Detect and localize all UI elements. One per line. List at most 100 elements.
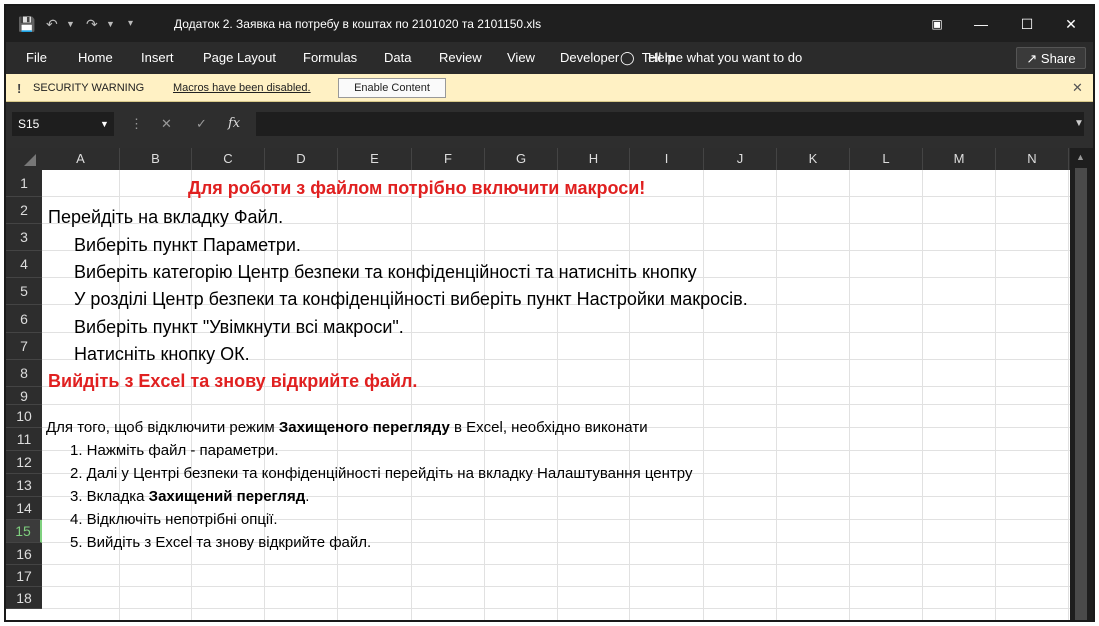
cell-row-4[interactable]: Виберіть категорію Центр безпеки та конф… [74, 262, 697, 283]
cell-row-2[interactable]: Перейдіть на вкладку Файл. [48, 207, 283, 228]
more-options-icon[interactable]: ⋮ [130, 116, 143, 132]
row-header-14[interactable]: 14 [6, 497, 42, 520]
column-header-m[interactable]: M [923, 148, 996, 170]
close-icon[interactable]: ✕ [1072, 80, 1083, 96]
minimize-icon[interactable]: — [958, 6, 1004, 42]
macros-disabled-message[interactable]: Macros have been disabled. [173, 82, 311, 94]
cell-row-7[interactable]: Натисніть кнопку ОК. [74, 344, 250, 365]
scrollbar-thumb[interactable] [1075, 168, 1087, 620]
row-header-8[interactable]: 8 [6, 360, 42, 387]
tab-file[interactable]: File [26, 42, 47, 74]
cell-row-13-text: 3. Вкладка [70, 488, 149, 505]
cell-row-14[interactable]: 4. Відключіть непотрібні опції. [70, 511, 278, 528]
tab-review[interactable]: Review [439, 42, 482, 74]
cancel-icon[interactable]: ✕ [161, 116, 172, 132]
undo-icon[interactable]: ↶ [46, 6, 58, 42]
row-header-15[interactable]: 15 [6, 520, 42, 543]
column-header-n[interactable]: N [996, 148, 1069, 170]
name-box-value: S15 [18, 117, 40, 131]
row-header-10[interactable]: 10 [6, 405, 42, 428]
row-header-3[interactable]: 3 [6, 224, 42, 251]
row-header-12[interactable]: 12 [6, 451, 42, 474]
column-header-c[interactable]: C [192, 148, 265, 170]
close-icon[interactable]: ✕ [1048, 6, 1093, 42]
row-header-2[interactable]: 2 [6, 197, 42, 224]
row-header-7[interactable]: 7 [6, 333, 42, 360]
column-header-k[interactable]: K [777, 148, 850, 170]
enter-icon[interactable]: ✓ [196, 116, 207, 132]
cell-row-10[interactable]: Для того, щоб відключити режим Захищеног… [46, 419, 648, 436]
select-all-button[interactable] [6, 148, 42, 170]
tab-page-layout[interactable]: Page Layout [203, 42, 276, 74]
cell-row-6[interactable]: Виберіть пункт "Увімкнути всі макроси". [74, 317, 404, 338]
column-header-a[interactable]: A [42, 148, 120, 170]
security-warning-label: SECURITY WARNING [33, 82, 145, 94]
cell-row-11[interactable]: 1. Нажміть файл - параметри. [70, 442, 279, 459]
cell-row-13-bold: Захищений перегляд [148, 488, 306, 505]
cell-row-5[interactable]: У розділі Центр безпеки та конфіденційно… [74, 289, 748, 310]
redo-dropdown-icon[interactable]: ▼ [106, 6, 115, 42]
expand-formula-bar-icon[interactable]: ▼ [1074, 118, 1084, 129]
cell-row-13[interactable]: 3. Вкладка Захищений перегляд. [70, 488, 309, 505]
column-header-j[interactable]: J [704, 148, 777, 170]
ribbon-display-options-icon[interactable]: ▣ [914, 6, 960, 42]
insert-function-icon[interactable]: fx [228, 116, 240, 131]
tab-data[interactable]: Data [384, 42, 411, 74]
name-box[interactable]: S15 ▼ [12, 112, 114, 136]
column-header-b[interactable]: B [120, 148, 192, 170]
cell-row-15[interactable]: 5. Вийдіть з Excel та знову відкрийте фа… [70, 534, 371, 551]
cell-row-13-text-end: . [305, 488, 310, 505]
cell-row-1[interactable]: Для роботи з файлом потрібно включити ма… [188, 178, 645, 199]
column-header-f[interactable]: F [412, 148, 485, 170]
save-icon[interactable]: 💾 [18, 6, 35, 42]
row-header-16[interactable]: 16 [6, 543, 42, 565]
share-icon: ↗ [1026, 51, 1038, 66]
tab-insert[interactable]: Insert [141, 42, 174, 74]
customize-toolbar-icon[interactable]: ▾ [128, 6, 133, 42]
row-header-6[interactable]: 6 [6, 305, 42, 333]
column-header-h[interactable]: H [558, 148, 630, 170]
row-header-17[interactable]: 17 [6, 565, 42, 587]
column-header-l[interactable]: L [850, 148, 923, 170]
chevron-down-icon[interactable]: ▼ [100, 112, 109, 136]
title-bar: 💾 ↶ ▼ ↷ ▼ ▾ Додаток 2. Заявка на потребу… [6, 6, 1093, 42]
share-button[interactable]: ↗ Share [1016, 47, 1086, 69]
ribbon-tabs: File Home Insert Page Layout Formulas Da… [6, 42, 1093, 74]
lightbulb-icon: ◯ [620, 50, 635, 65]
undo-dropdown-icon[interactable]: ▼ [66, 6, 75, 42]
cell-row-10-text: Для того, щоб відключити режим [46, 419, 279, 436]
enable-content-button[interactable]: Enable Content [338, 78, 446, 98]
row-header-5[interactable]: 5 [6, 278, 42, 305]
cell-row-8[interactable]: Вийдіть з Excel та знову відкрийте файл. [48, 371, 417, 392]
row-header-11[interactable]: 11 [6, 428, 42, 451]
share-label: Share [1040, 51, 1076, 66]
tab-view[interactable]: View [507, 42, 535, 74]
maximize-icon[interactable]: ☐ [1004, 6, 1050, 42]
column-header-e[interactable]: E [338, 148, 412, 170]
column-header-i[interactable]: I [630, 148, 704, 170]
tell-me-label: Tell me what you want to do [641, 50, 803, 65]
tab-formulas[interactable]: Formulas [303, 42, 357, 74]
cell-row-10-bold: Захищеного перегляду [278, 419, 450, 436]
tab-developer[interactable]: Developer [560, 42, 619, 74]
row-header-18[interactable]: 18 [6, 587, 42, 609]
row-header-4[interactable]: 4 [6, 251, 42, 278]
column-headers: ABCDEFGHIJKLMN [6, 148, 1093, 170]
tab-home[interactable]: Home [78, 42, 113, 74]
document-title: Додаток 2. Заявка на потребу в коштах по… [174, 17, 542, 31]
row-header-9[interactable]: 9 [6, 387, 42, 405]
formula-input[interactable] [256, 112, 1084, 136]
worksheet-grid[interactable]: ABCDEFGHIJKLMN 1 2 3 4 5 6 7 8 9 10 11 12 13 14 15 16 17… [6, 148, 1093, 620]
security-warning-bar: ! SECURITY WARNING Macros have been disa… [6, 74, 1093, 102]
row-header-13[interactable]: 13 [6, 474, 42, 497]
scroll-up-icon[interactable]: ▲ [1076, 152, 1085, 162]
column-header-g[interactable]: G [485, 148, 558, 170]
tell-me-search[interactable]: ◯ Tell me what you want to do [620, 42, 802, 74]
cell-row-3[interactable]: Виберіть пункт Параметри. [74, 235, 301, 256]
redo-icon[interactable]: ↷ [86, 6, 98, 42]
vertical-scrollbar[interactable]: ▲ [1070, 148, 1093, 620]
column-header-d[interactable]: D [265, 148, 338, 170]
cell-row-12[interactable]: 2. Далі у Центрі безпеки та конфіденційн… [70, 465, 692, 482]
row-header-1[interactable]: 1 [6, 170, 42, 197]
cell-row-10-text-end: в Excel, необхідно виконати [449, 419, 648, 436]
